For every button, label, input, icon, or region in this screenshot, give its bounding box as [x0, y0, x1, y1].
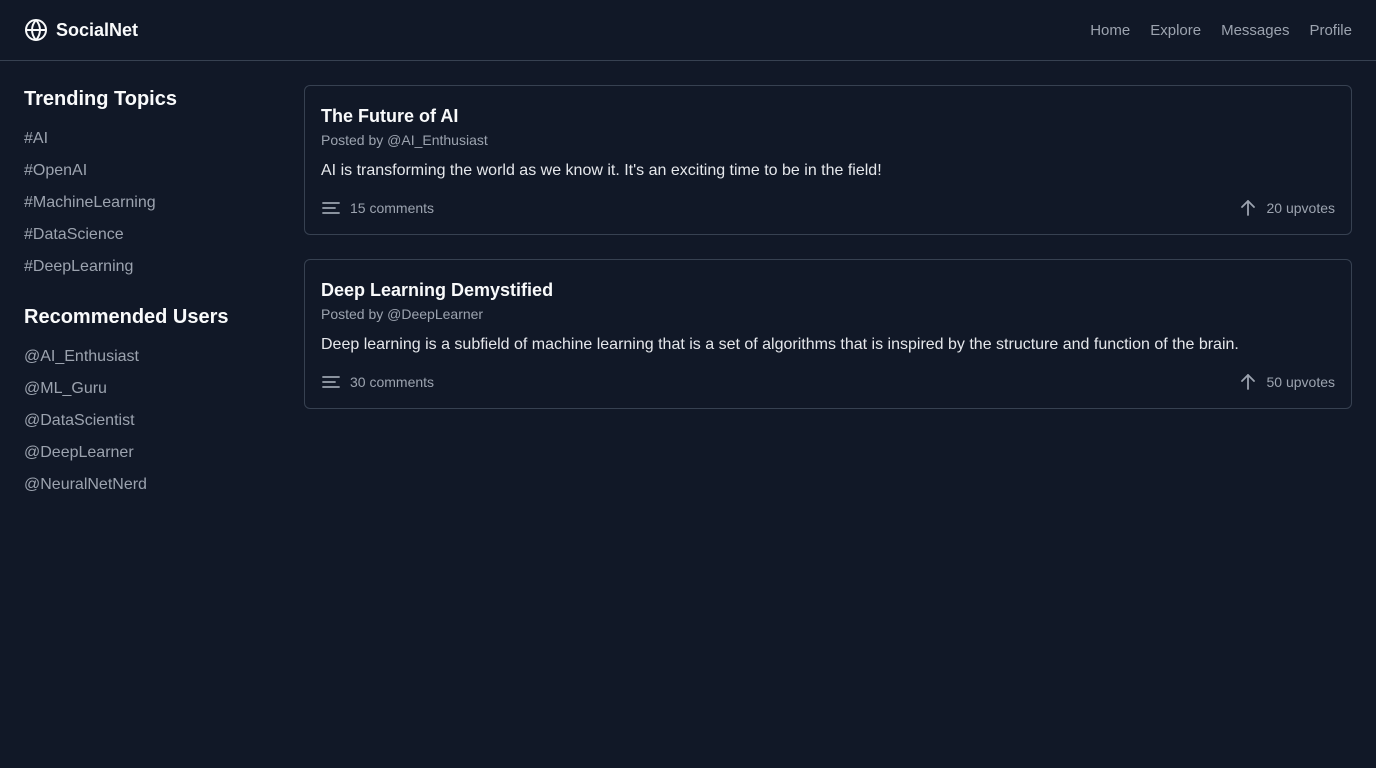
list-item: #MachineLearning [24, 187, 304, 219]
globe-icon [24, 18, 48, 42]
upvote-button[interactable]: 50 upvotes [1238, 372, 1336, 392]
list-item: @NeuralNetNerd [24, 469, 304, 501]
list-item: @AI_Enthusiast [24, 341, 304, 373]
top-navbar: SocialNet Home Explore Messages Profile [0, 0, 1376, 61]
trending-topics-list: #AI #OpenAI #MachineLearning #DataScienc… [24, 123, 304, 283]
sidebar: Trending Topics #AI #OpenAI #MachineLear… [24, 85, 304, 523]
post-title[interactable]: The Future of AI [321, 104, 1335, 128]
post-card: The Future of AI Posted by @AI_Enthusias… [304, 85, 1352, 235]
upvote-button[interactable]: 20 upvotes [1238, 198, 1336, 218]
arrow-up-icon [1238, 198, 1258, 218]
post-title[interactable]: Deep Learning Demystified [321, 278, 1335, 302]
topic-link[interactable]: #MachineLearning [24, 194, 156, 212]
list-item: #DataScience [24, 219, 304, 251]
post-body: Deep learning is a subfield of machine l… [321, 336, 1239, 353]
comments-count: 30 comments [350, 374, 435, 390]
page-layout: Trending Topics #AI #OpenAI #MachineLear… [0, 61, 1376, 547]
nav-home-link[interactable]: Home [1090, 22, 1130, 39]
upvote-count: 20 upvotes [1266, 200, 1336, 216]
topic-link[interactable]: #DeepLearning [24, 258, 133, 276]
post-footer: 30 comments 50 upvotes [321, 372, 1335, 392]
user-link[interactable]: @DeepLearner [24, 444, 134, 462]
recommended-users-list: @AI_Enthusiast @ML_Guru @DataScientist @… [24, 341, 304, 501]
comments-button[interactable]: 15 comments [321, 198, 434, 218]
comments-count: 15 comments [350, 200, 435, 216]
list-item: #DeepLearning [24, 251, 304, 283]
recommended-users-heading: Recommended Users [24, 306, 229, 328]
user-link[interactable]: @DataScientist [24, 412, 135, 430]
arrow-up-icon [1238, 372, 1258, 392]
post-card: Deep Learning Demystified Posted by @Dee… [304, 259, 1352, 409]
post-body: AI is transforming the world as we know … [321, 162, 882, 179]
trending-topics-heading: Trending Topics [24, 88, 177, 110]
brand-name: SocialNet [56, 19, 139, 40]
nav-profile-link[interactable]: Profile [1309, 22, 1352, 39]
post-author: Posted by @DeepLearner [321, 306, 484, 322]
comments-button[interactable]: 30 comments [321, 372, 434, 392]
topic-link[interactable]: #DataScience [24, 226, 124, 244]
user-link[interactable]: @ML_Guru [24, 380, 107, 398]
nav-messages-link[interactable]: Messages [1221, 22, 1289, 39]
comments-icon [321, 198, 341, 218]
upvote-count: 50 upvotes [1266, 374, 1336, 390]
post-author: Posted by @AI_Enthusiast [321, 132, 488, 148]
user-link[interactable]: @AI_Enthusiast [24, 348, 139, 366]
user-link[interactable]: @NeuralNetNerd [24, 476, 147, 494]
list-item: #AI [24, 123, 304, 155]
topic-link[interactable]: #OpenAI [24, 162, 87, 180]
post-feed: The Future of AI Posted by @AI_Enthusias… [304, 85, 1352, 523]
list-item: @DataScientist [24, 405, 304, 437]
list-item: @DeepLearner [24, 437, 304, 469]
topic-link[interactable]: #AI [24, 130, 48, 148]
main-nav: Home Explore Messages Profile [1090, 22, 1352, 39]
post-footer: 15 comments 20 upvotes [321, 198, 1335, 218]
list-item: #OpenAI [24, 155, 304, 187]
brand[interactable]: SocialNet [24, 18, 138, 42]
comments-icon [321, 372, 341, 392]
list-item: @ML_Guru [24, 373, 304, 405]
nav-explore-link[interactable]: Explore [1150, 22, 1201, 39]
